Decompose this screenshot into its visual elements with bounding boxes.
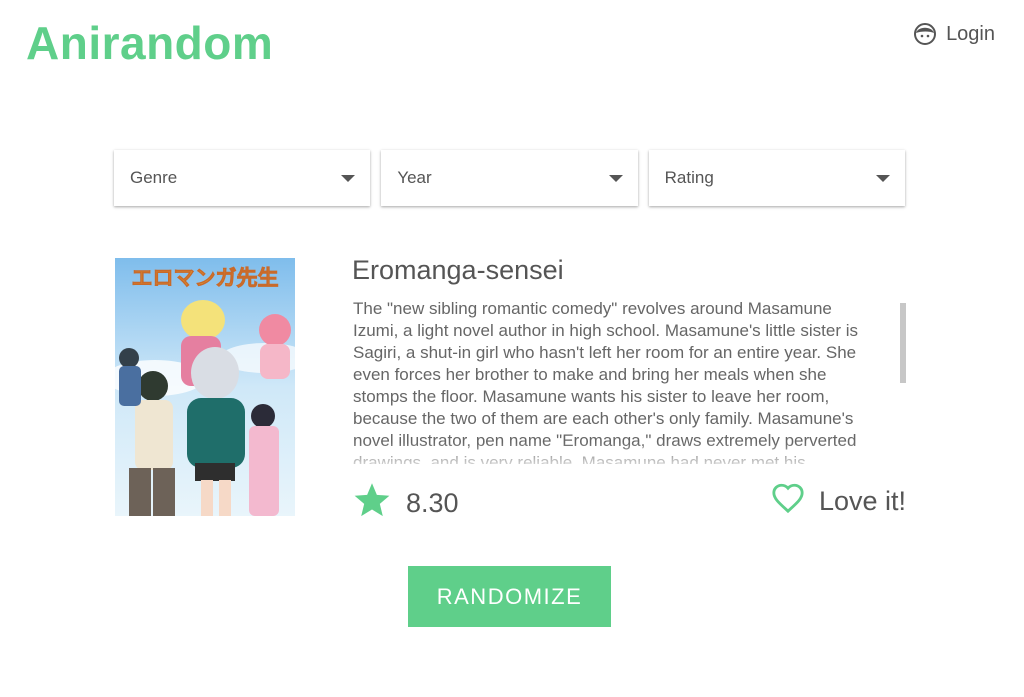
randomize-button[interactable]: RANDOMIZE [408, 566, 611, 627]
filter-bar: Genre Year Rating [114, 150, 905, 206]
poster-title-text: エロマンガ先生 [132, 266, 279, 290]
anime-poster: エロマンガ先生 [115, 258, 295, 516]
anime-title: Eromanga-sensei [352, 255, 564, 285]
anime-score-value: 8.30 [406, 488, 459, 518]
synopsis-scrollbar[interactable] [900, 303, 906, 383]
year-select[interactable]: Year [381, 150, 638, 206]
synopsis-box[interactable]: The "new sibling romantic comedy" revolv… [353, 298, 906, 464]
caret-down-icon [341, 174, 356, 182]
user-face-icon [913, 22, 937, 46]
anime-synopsis: The "new sibling romantic comedy" revolv… [353, 299, 858, 464]
star-icon [353, 482, 391, 525]
rating-select-label: Rating [664, 168, 714, 187]
login-label: Login [946, 22, 995, 45]
anime-score: 8.30 [353, 482, 459, 525]
genre-select[interactable]: Genre [114, 150, 371, 206]
love-it-label: Love it! [818, 486, 906, 516]
caret-down-icon [608, 174, 623, 182]
genre-select-label: Genre [130, 168, 178, 187]
app-logo[interactable]: Anirandom [26, 16, 273, 70]
login-link[interactable]: Login [913, 22, 995, 46]
heart-outline-icon [771, 482, 805, 521]
love-it-button[interactable]: Love it! [771, 482, 906, 521]
year-select-label: Year [397, 168, 432, 187]
caret-down-icon [875, 174, 890, 182]
rating-select[interactable]: Rating [648, 150, 905, 206]
